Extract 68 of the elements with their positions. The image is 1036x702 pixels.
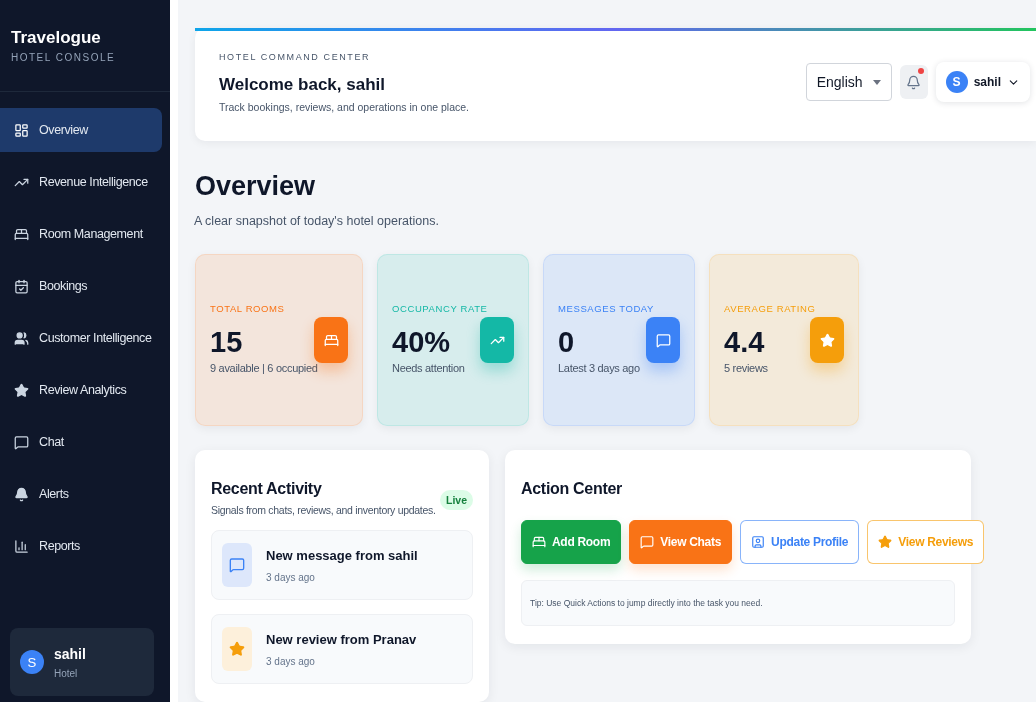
action-button[interactable]: Update Profile xyxy=(740,520,860,564)
stat-value: 15 xyxy=(210,326,243,359)
activity-time: 3 days ago xyxy=(266,655,316,667)
nav-item[interactable]: Bookings xyxy=(0,264,162,308)
nav-item[interactable]: Reports xyxy=(0,524,162,568)
stat-label: TOTAL ROOMS xyxy=(210,303,286,314)
bar-chart-icon xyxy=(14,538,29,554)
stat-note: 9 available | 6 occupied xyxy=(210,362,319,374)
star-icon xyxy=(14,382,29,398)
stat-note: Needs attention xyxy=(392,362,466,374)
tip-text: Tip: Use Quick Actions to jump directly into the task you need. xyxy=(521,580,955,626)
live-badge: Live xyxy=(440,490,473,510)
nav-item[interactable]: Revenue Intelligence xyxy=(0,160,162,204)
bed-icon xyxy=(532,535,546,549)
card-title: Action Center xyxy=(521,480,623,498)
card-title: Recent Activity xyxy=(211,480,323,498)
bed-icon xyxy=(323,332,339,348)
bell-icon xyxy=(14,486,29,502)
activity-item[interactable]: New message from sahil 3 days ago xyxy=(211,530,473,600)
users-icon xyxy=(14,330,29,346)
chat-icon xyxy=(640,535,655,549)
chat-icon xyxy=(14,434,29,450)
chat-icon xyxy=(655,332,671,348)
stat-label: OCCUPANCY RATE xyxy=(392,303,489,314)
language-select[interactable]: English xyxy=(805,63,892,101)
stat-label: MESSAGES TODAY xyxy=(558,303,656,314)
activity-title: New message from sahil xyxy=(266,547,418,563)
nav-item[interactable]: Review Analytics xyxy=(0,368,162,412)
user-avatar: S xyxy=(20,650,44,674)
header-subtitle: Track bookings, reviews, and operations in one place. xyxy=(219,100,469,113)
header-eyebrow: HOTEL COMMAND CENTER xyxy=(219,51,372,62)
star-icon xyxy=(819,332,835,348)
stat-value: 40% xyxy=(392,326,451,359)
stat-note: 5 reviews xyxy=(724,362,769,374)
card-subtitle: Signals from chats, reviews, and inventory updates. xyxy=(211,504,437,516)
star-icon xyxy=(878,535,893,549)
star-icon xyxy=(229,641,245,657)
bed-icon xyxy=(14,226,29,242)
user-name: sahil xyxy=(54,645,86,662)
user-avatar: S xyxy=(945,71,968,93)
page-subtitle: A clear snapshot of today's hotel operations. xyxy=(194,214,440,228)
stat-note: Latest 3 days ago xyxy=(558,362,641,374)
brand-name: Travelogue xyxy=(10,28,102,48)
profile-icon xyxy=(751,535,766,549)
calendar-icon xyxy=(14,278,29,294)
nav-item[interactable]: Overview xyxy=(0,108,162,152)
caret-icon xyxy=(872,79,881,85)
nav-item[interactable]: Alerts xyxy=(0,472,162,516)
nav-item[interactable]: Customer Intelligence xyxy=(0,316,162,360)
chat-icon xyxy=(229,557,245,573)
stat-value: 0 xyxy=(558,326,575,359)
notification-button[interactable] xyxy=(899,65,928,99)
activity-time: 3 days ago xyxy=(266,571,316,583)
bell-icon xyxy=(906,74,922,90)
user-name: sahil xyxy=(973,75,1001,89)
dashboard-icon xyxy=(14,122,29,138)
activity-title: New review from Pranav xyxy=(266,631,417,647)
user-card[interactable]: S sahil Hotel xyxy=(10,628,154,696)
activity-item[interactable]: New review from Pranav 3 days ago xyxy=(211,614,473,684)
nav-item[interactable]: Room Management xyxy=(0,212,162,256)
user-role: Hotel xyxy=(54,667,79,679)
stat-value: 4.4 xyxy=(724,326,765,359)
welcome-title: Welcome back, sahil xyxy=(219,74,386,95)
stat-label: AVERAGE RATING xyxy=(724,303,817,314)
page-title: Overview xyxy=(195,171,317,202)
user-menu-button[interactable]: S sahil xyxy=(935,62,1030,102)
nav-item[interactable]: Chat xyxy=(0,420,162,464)
brand-subtitle: HOTEL CONSOLE xyxy=(10,51,117,63)
